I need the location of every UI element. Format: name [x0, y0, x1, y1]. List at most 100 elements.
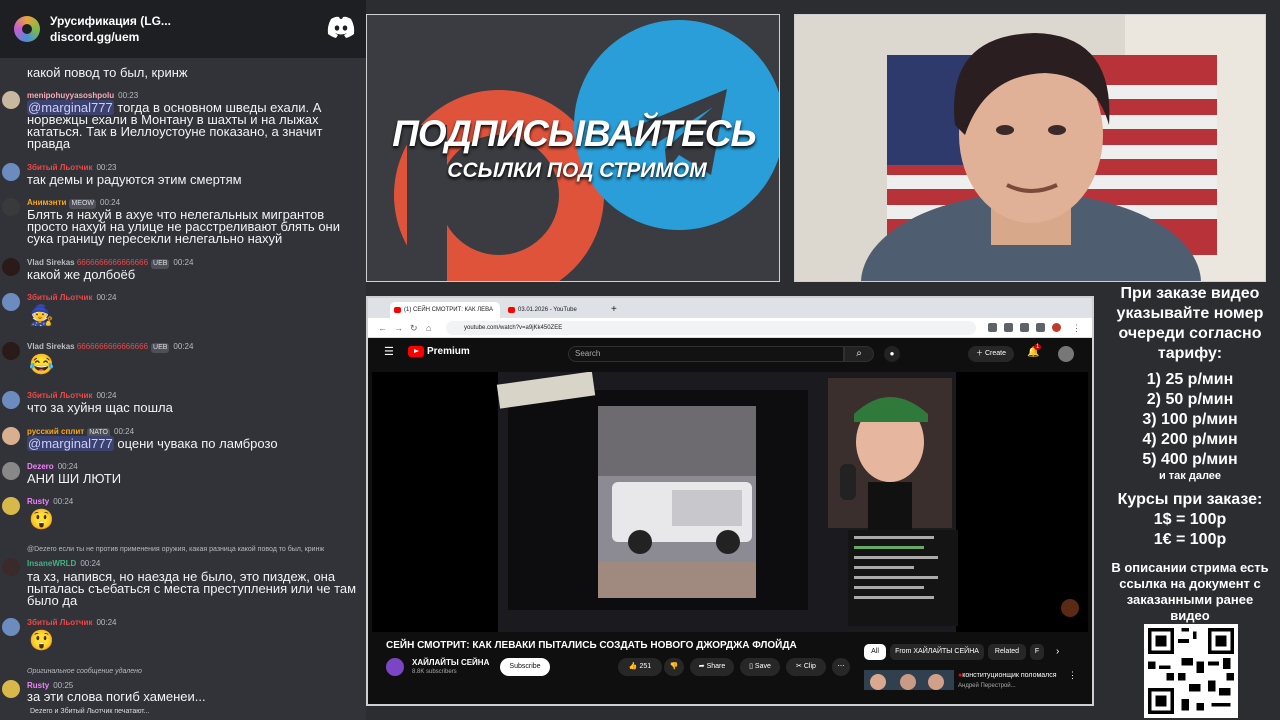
rate-item: 1$ = 100р: [1153, 511, 1227, 528]
related-menu-icon[interactable]: ⋮: [1068, 670, 1077, 681]
url-input[interactable]: youtube.com/watch?v=a9jKk450ZEE: [446, 321, 976, 335]
username-suffix: 6666666666666666: [76, 258, 149, 267]
create-button[interactable]: ＋ Create: [968, 346, 1014, 362]
related-video-thumbnail[interactable]: [864, 670, 954, 690]
timestamp: 00:24: [100, 198, 121, 207]
related-title-text: конституционщик поломался: [962, 672, 1057, 679]
share-label: Share: [706, 663, 726, 670]
reply-preview[interactable]: @Dezero если ты не против применения ору…: [27, 546, 324, 553]
address-bar-row: ← → ↻ ⌂ youtube.com/watch?v=a9jKk450ZEE …: [368, 318, 1092, 338]
browser-tab[interactable]: 03.01.2026 - YouTube: [504, 302, 604, 318]
username[interactable]: Збитый Льотчик: [27, 293, 92, 302]
avatar[interactable]: [2, 618, 20, 636]
bookmark-icon: ▯: [749, 663, 753, 670]
avatar[interactable]: [2, 198, 20, 216]
avatar[interactable]: [2, 680, 20, 698]
notifications-bell-icon[interactable]: 🔔 1: [1027, 344, 1042, 358]
channel-avatar[interactable]: [386, 658, 404, 676]
extension-icon[interactable]: [1036, 323, 1045, 332]
save-label: Save: [754, 663, 771, 670]
reload-icon[interactable]: ↻: [410, 322, 418, 334]
dislike-button[interactable]: 👎: [664, 658, 684, 676]
clip-button[interactable]: ✂ Clip: [786, 658, 826, 676]
server-name: Урусификация (LG...: [50, 14, 171, 28]
description-note: В описании стрима есть ссылка на докумен…: [1111, 560, 1269, 623]
share-button[interactable]: ➦ Share: [690, 658, 734, 676]
channel-name[interactable]: ХАЙЛАЙТЫ СЕЙНА: [412, 658, 489, 667]
home-icon[interactable]: ⌂: [426, 322, 431, 334]
timestamp: 00:24: [96, 618, 117, 627]
streamer-webcam: [794, 14, 1266, 282]
message-text: какой повод то был, кринж: [27, 65, 188, 80]
avatar[interactable]: [2, 91, 20, 109]
avatar[interactable]: [2, 497, 20, 515]
back-arrow-icon[interactable]: ←: [378, 322, 387, 334]
avatar[interactable]: [2, 462, 20, 480]
timestamp: 00:23: [118, 91, 139, 100]
emoji-sticker: 😂: [29, 354, 54, 376]
youtube-logo-icon[interactable]: [408, 346, 424, 357]
search-input[interactable]: Search: [568, 346, 844, 362]
promo-subheadline: ССЫЛКИ ПОД СТРИМОМ: [447, 159, 707, 182]
role-badge: UEB: [151, 343, 170, 353]
order-info-panel: При заказе видео указывайте номер очеред…: [1100, 284, 1280, 624]
hamburger-menu-icon[interactable]: ☰: [384, 346, 394, 358]
tab-strip: (1) СЕЙН СМОТРИТ: КАК ЛЕВА 03.01.2026 - …: [368, 298, 1092, 318]
like-count: 251: [639, 663, 652, 670]
extension-icon[interactable]: [988, 323, 997, 332]
username[interactable]: Rusty: [27, 497, 49, 506]
avatar[interactable]: [2, 293, 20, 311]
account-avatar[interactable]: [1058, 346, 1074, 362]
youtube-brand[interactable]: Premium: [427, 346, 470, 357]
chip-from-channel[interactable]: From ХАЙЛАЙТЫ СЕЙНА: [890, 644, 984, 660]
username[interactable]: Vlad Sirekas: [27, 258, 75, 267]
new-tab-button[interactable]: +: [608, 302, 622, 318]
server-invite: discord.gg/uem: [50, 30, 140, 44]
username[interactable]: Анимэнти: [27, 198, 66, 207]
like-button[interactable]: 👍 251: [618, 658, 662, 676]
chevron-right-icon[interactable]: ›: [1056, 646, 1059, 657]
qr-code-icon[interactable]: [1144, 624, 1238, 718]
username[interactable]: menipohuyyasoshpolu: [27, 91, 114, 100]
microphone-icon[interactable]: ●: [884, 346, 900, 362]
avatar[interactable]: [2, 558, 20, 576]
chip-related[interactable]: Related: [988, 644, 1026, 660]
related-video-title[interactable]: ●конституционщик поломался: [958, 672, 1057, 679]
subscribe-button[interactable]: Subscribe: [500, 658, 550, 676]
timestamp: 00:24: [80, 559, 101, 568]
browser-window: (1) СЕЙН СМОТРИТ: КАК ЛЕВА 03.01.2026 - …: [366, 296, 1094, 706]
message-text: @marginal777 оцени чувака по ламброзо: [27, 436, 366, 451]
browser-tab-active[interactable]: (1) СЕЙН СМОТРИТ: КАК ЛЕВА: [390, 302, 500, 318]
forward-arrow-icon[interactable]: →: [394, 322, 403, 334]
tariff-item: 2) 50 р/мин: [1146, 391, 1234, 408]
save-button[interactable]: ▯ Save: [740, 658, 780, 676]
extension-icon[interactable]: [1020, 323, 1029, 332]
menu-kebab-icon[interactable]: ⋮: [1072, 322, 1081, 334]
avatar[interactable]: [2, 258, 20, 276]
username[interactable]: Збитый Льотчик: [27, 391, 92, 400]
reply-preview[interactable]: Оригинальное сообщение удалено: [27, 668, 142, 675]
chip-more[interactable]: F: [1030, 644, 1044, 660]
tab-title: (1) СЕЙН СМОТРИТ: КАК ЛЕВА: [404, 307, 493, 313]
tab-title: 03.01.2026 - YouTube: [518, 307, 577, 313]
search-icon[interactable]: ⌕: [844, 346, 874, 362]
tariff-item: 4) 200 р/мин: [1142, 431, 1238, 448]
username[interactable]: InsaneWRLD: [27, 559, 76, 568]
username[interactable]: Збитый Льотчик: [27, 618, 92, 627]
avatar[interactable]: [2, 342, 20, 360]
username[interactable]: русский сплит: [27, 427, 84, 436]
profile-icon[interactable]: [1052, 323, 1061, 332]
avatar[interactable]: [2, 163, 20, 181]
video-player[interactable]: [372, 372, 1088, 632]
username[interactable]: Vlad Sirekas: [27, 342, 75, 351]
user-mention[interactable]: @marginal777: [27, 436, 114, 451]
username[interactable]: Dezero: [27, 462, 54, 471]
emoji-sticker: 😲: [29, 630, 54, 652]
message-text: так демы и радуются этим смертям: [27, 172, 242, 187]
more-actions-button[interactable]: ⋯: [832, 658, 850, 676]
username[interactable]: Збитый Льотчик: [27, 163, 92, 172]
avatar[interactable]: [2, 391, 20, 409]
chip-all[interactable]: All: [864, 644, 886, 660]
avatar[interactable]: [2, 427, 20, 445]
extension-icon[interactable]: [1004, 323, 1013, 332]
